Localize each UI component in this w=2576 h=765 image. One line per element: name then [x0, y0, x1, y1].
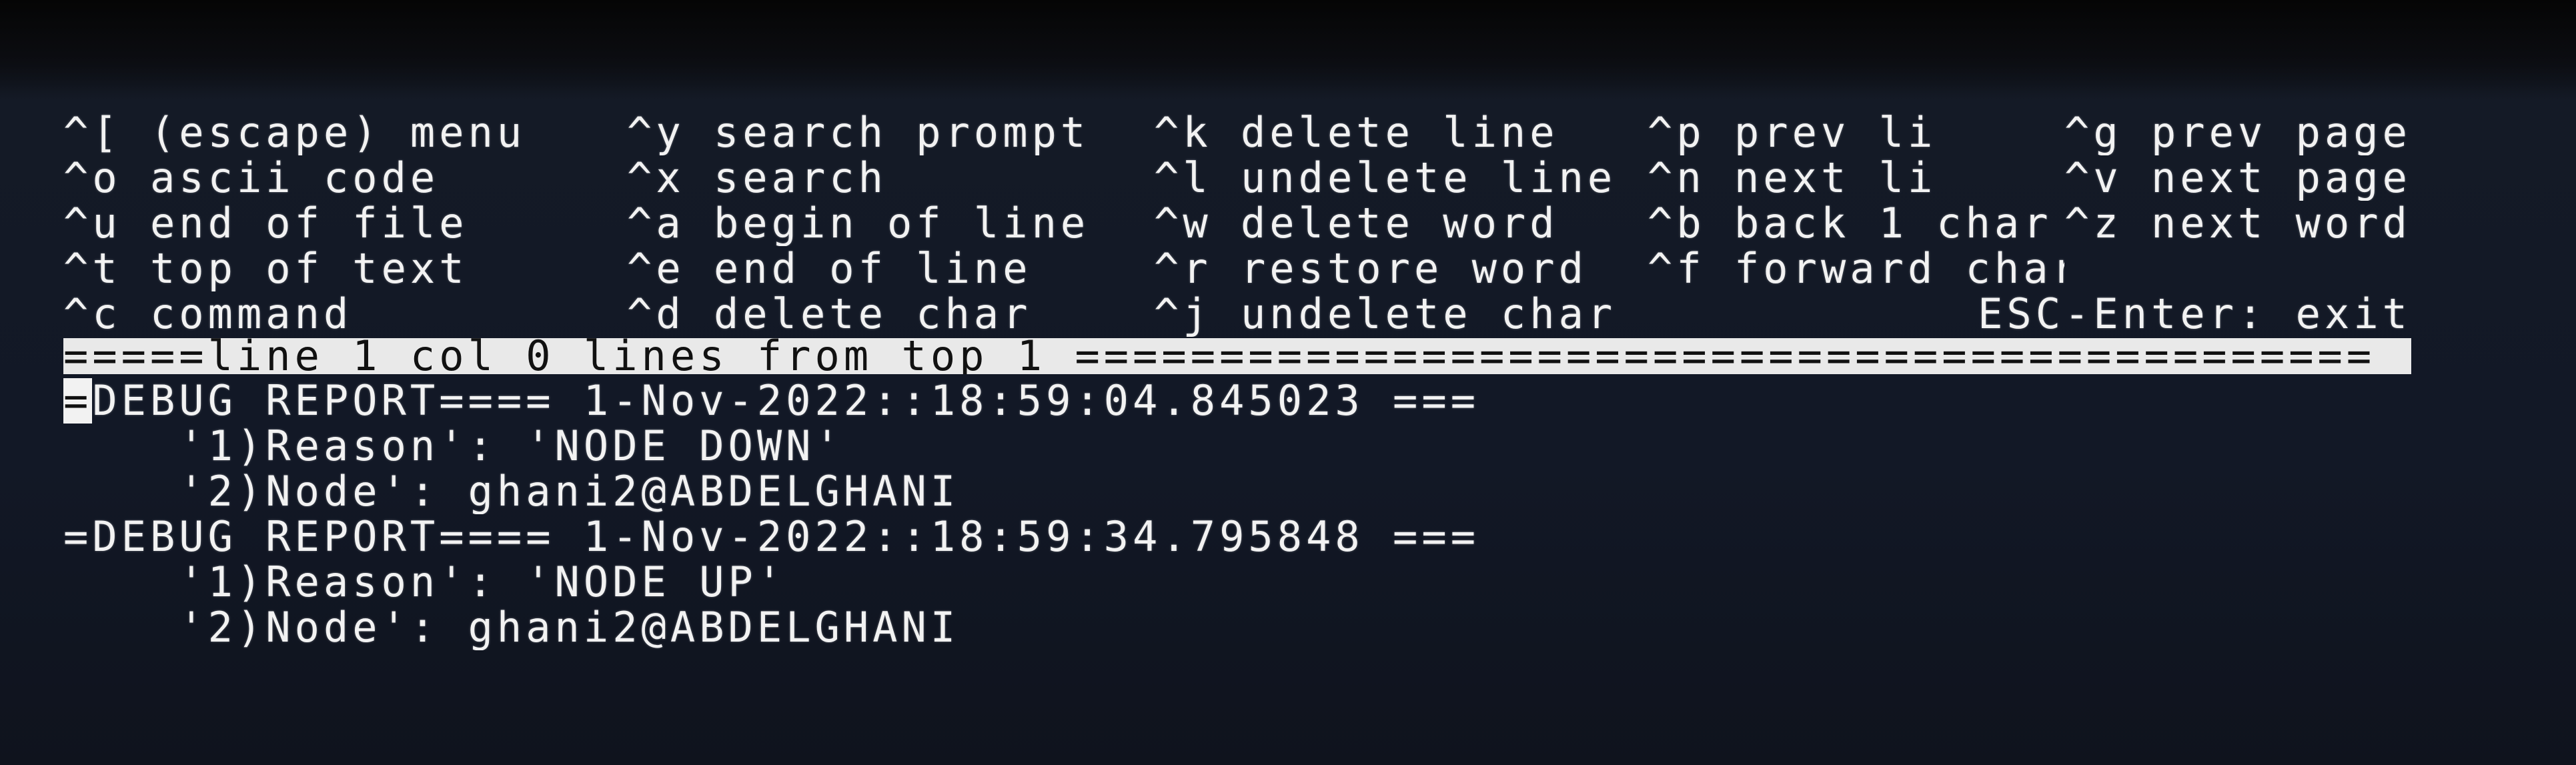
help-item-forward-char: ^f forward char — [1648, 246, 2064, 291]
help-item-ascii-code: ^o ascii code — [63, 155, 440, 201]
help-item-top-of-text: ^t top of text — [63, 246, 468, 291]
content-line[interactable]: =DEBUG REPORT==== 1-Nov-2022::18:59:04.8… — [63, 378, 2411, 424]
help-item-search-prompt: ^y search prompt — [627, 110, 1090, 155]
content-line-text: DEBUG REPORT==== 1-Nov-2022::18:59:04.84… — [92, 378, 1480, 424]
help-item-next-page: ^v next page — [2064, 155, 2411, 201]
help-item-begin-of-line: ^a begin of line — [627, 201, 1090, 246]
content-line[interactable]: '2)Node': ghani2@ABDELGHANI — [63, 469, 2411, 514]
exit-hint: ESC-Enter: exit — [1978, 291, 2411, 337]
help-item-end-of-line: ^e end of line — [627, 246, 1032, 291]
content-line[interactable]: =DEBUG REPORT==== 1-Nov-2022::18:59:34.7… — [63, 514, 2411, 560]
help-item-command: ^c command — [63, 291, 353, 337]
help-menu: ^[ (escape) menu ^y search prompt ^k del… — [63, 110, 2411, 337]
help-item-undelete-line: ^l undelete line — [1154, 155, 1617, 201]
monitor-screen: ^[ (escape) menu ^y search prompt ^k del… — [0, 0, 2576, 765]
help-item-empty — [2064, 246, 2411, 291]
help-item-prev-line: ^p prev li — [1648, 110, 1937, 155]
help-item-delete-line: ^k delete line — [1154, 110, 1559, 155]
help-item-restore-word: ^r restore word — [1154, 246, 1587, 291]
status-bar: =====line 1 col 0 lines from top 1 =====… — [63, 338, 2411, 374]
help-item-back-char: ^b back 1 char — [1648, 201, 2052, 246]
help-item-prev-page: ^g prev page — [2064, 110, 2411, 155]
help-item-search: ^x search — [627, 155, 887, 201]
help-item-delete-word: ^w delete word — [1154, 201, 1559, 246]
content-line[interactable]: '1)Reason': 'NODE UP' — [63, 560, 2411, 605]
terminal-editor[interactable]: ^[ (escape) menu ^y search prompt ^k del… — [63, 110, 2411, 650]
monitor-bezel — [0, 0, 2576, 100]
help-item-escape-menu: ^[ (escape) menu — [63, 110, 526, 155]
help-item-next-line: ^n next li — [1648, 155, 1937, 201]
help-item-next-word: ^z next word — [2064, 201, 2411, 246]
help-item-undelete-char: ^j undelete char — [1154, 291, 1617, 337]
help-item-end-of-file: ^u end of file — [63, 201, 468, 246]
content-line[interactable]: '1)Reason': 'NODE DOWN' — [63, 424, 2411, 469]
editor-content[interactable]: =DEBUG REPORT==== 1-Nov-2022::18:59:04.8… — [63, 378, 2411, 650]
content-line[interactable]: '2)Node': ghani2@ABDELGHANI — [63, 605, 2411, 650]
help-item-delete-char: ^d delete char — [627, 291, 1032, 337]
text-cursor: = — [63, 378, 93, 424]
